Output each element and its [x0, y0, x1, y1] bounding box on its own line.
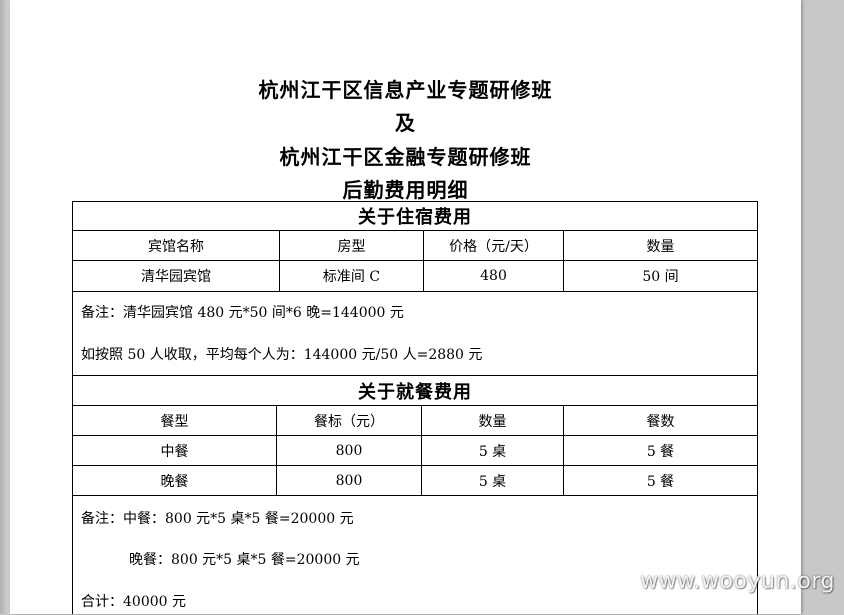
dining-note-total: 合计：40000 元 [81, 594, 186, 610]
title-line-4: 后勤费用明细 [342, 178, 469, 202]
accommodation-header-row: 宾馆名称 房型 价格（元/天） 数量 [73, 231, 757, 261]
dining-header-meal-type: 餐型 [73, 406, 277, 435]
table-row: 晚餐 800 5 桌 5 餐 [73, 466, 757, 496]
accommodation-cell-room-type: 标准间 C [280, 261, 424, 291]
accommodation-cell-price: 480 [424, 261, 564, 291]
table-row: 中餐 800 5 桌 5 餐 [73, 436, 757, 466]
accommodation-note-line-2: 如按照 50 人收取，平均每个人为：144000 元/50 人=2880 元 [81, 347, 483, 363]
document-page: 杭州江干区信息产业专题研修班 及 杭州江干区金融专题研修班 后勤费用明细 关于住… [10, 0, 801, 614]
accommodation-section-header: 关于住宿费用 [73, 202, 757, 231]
dining-cell-quantity: 5 桌 [422, 436, 564, 465]
dining-cell-meal-count: 5 餐 [646, 443, 675, 460]
accommodation-cell-quantity: 50 间 [642, 269, 679, 285]
dining-cell-meal-type: 晚餐 [73, 466, 277, 495]
dining-cell-meal-standard: 800 [277, 436, 422, 465]
title-line-3: 杭州江干区金融专题研修班 [279, 145, 532, 169]
dining-note-line-1: 备注：中餐：800 元*5 桌*5 餐=20000 元 [81, 511, 354, 527]
accommodation-header-hotel: 宾馆名称 [73, 231, 280, 260]
dining-header-meal-standard: 餐标（元） [277, 406, 422, 435]
dining-header-row: 餐型 餐标（元） 数量 餐数 [73, 406, 757, 436]
dining-cell-meal-standard: 800 [277, 466, 422, 495]
dining-header-quantity: 数量 [422, 406, 564, 435]
title-line-1: 杭州江干区信息产业专题研修班 [258, 78, 553, 102]
accommodation-header-room-type: 房型 [280, 231, 424, 260]
dining-section-title: 关于就餐费用 [358, 381, 472, 403]
watermark-text: www.wooyun.org [640, 569, 835, 594]
title-line-2: 及 [395, 111, 416, 135]
viewer-left-margin [0, 0, 10, 614]
dining-cell-meal-type: 中餐 [73, 436, 277, 465]
accommodation-cell-hotel: 清华园宾馆 [73, 261, 280, 291]
accommodation-note-block: 备注：清华园宾馆 480 元*50 间*6 晚=144000 元 如按照 50 … [73, 292, 757, 376]
dining-cell-meal-count: 5 餐 [646, 473, 675, 490]
table-row: 清华园宾馆 标准间 C 480 50 间 [73, 261, 757, 292]
dining-cell-quantity: 5 桌 [422, 466, 564, 495]
accommodation-section-title: 关于住宿费用 [358, 207, 472, 228]
dining-note-line-2: 晚餐：800 元*5 桌*5 餐=20000 元 [129, 552, 360, 568]
accommodation-note-line-1: 备注：清华园宾馆 480 元*50 间*6 晚=144000 元 [81, 305, 404, 321]
dining-note-block: 备注：中餐：800 元*5 桌*5 餐=20000 元 晚餐：800 元*5 桌… [73, 496, 757, 615]
accommodation-header-price: 价格（元/天） [424, 231, 564, 260]
accommodation-header-quantity: 数量 [646, 238, 675, 255]
expense-table: 关于住宿费用 宾馆名称 房型 价格（元/天） 数量 清华园宾馆 标准间 C 48… [72, 201, 758, 614]
dining-section-header: 关于就餐费用 [73, 376, 757, 406]
dining-header-meal-count: 餐数 [646, 413, 675, 430]
